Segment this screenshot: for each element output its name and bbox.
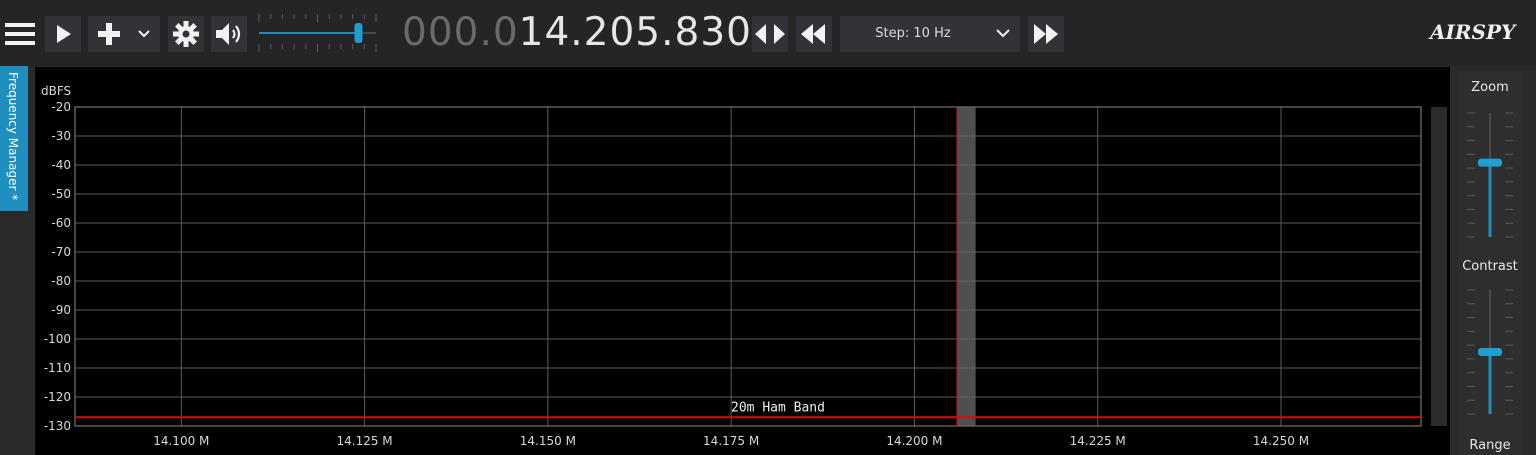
y-tick-label: -90 xyxy=(51,303,71,317)
y-axis-unit: dBFS xyxy=(41,84,71,98)
play-button[interactable] xyxy=(45,16,81,52)
y-tick-label: -110 xyxy=(44,361,71,375)
zoom-label: Zoom xyxy=(1471,80,1509,95)
rewind-button[interactable] xyxy=(796,16,832,52)
chevron-down-icon[interactable] xyxy=(138,30,150,38)
slider-handle xyxy=(1478,348,1502,356)
menu-button[interactable] xyxy=(0,16,40,52)
x-tick-label: 14.100 M xyxy=(153,434,209,448)
toolbar: 000.014.205.830 Step: 10 Hz AIRSPY xyxy=(0,0,1536,66)
y-tick-label: -70 xyxy=(51,245,71,259)
y-tick-label: -50 xyxy=(51,187,71,201)
spectrum-scrollbar xyxy=(1431,107,1447,426)
y-tick-label: -80 xyxy=(51,274,71,288)
x-tick-label: 14.250 M xyxy=(1253,434,1309,448)
y-tick-label: -130 xyxy=(44,419,71,433)
x-tick-label: 14.175 M xyxy=(703,434,759,448)
range-label: Range xyxy=(1469,438,1511,453)
y-tick-label: -120 xyxy=(44,390,71,404)
step-label: Step: 10 Hz xyxy=(875,26,951,41)
plot-frame xyxy=(74,106,1422,427)
y-tick-label: -40 xyxy=(51,158,71,172)
mute-button[interactable] xyxy=(211,16,247,52)
x-tick-label: 14.125 M xyxy=(337,434,393,448)
display-settings-panel: Zoom Contrast Range xyxy=(1457,72,1523,455)
airspy-logo: AIRSPY xyxy=(1430,20,1516,44)
play-icon xyxy=(57,25,71,43)
spectrum-plot[interactable]: dBFS -20 -30 -40 -50 -60 -70 -80 -90 -100 -110 -120… xyxy=(35,67,1450,455)
tune-button[interactable] xyxy=(752,16,788,52)
frequency-digits[interactable]: 14.205.830 xyxy=(519,10,752,55)
x-tick-label: 14.150 M xyxy=(520,434,576,448)
slider-handle xyxy=(1478,158,1502,167)
settings-button[interactable] xyxy=(168,16,204,52)
y-tick-label: -20 xyxy=(51,100,71,114)
y-tick-label: -100 xyxy=(44,332,71,346)
y-tick-label: -60 xyxy=(51,216,71,230)
spectrum-analyzer[interactable]: dBFS -20 -30 -40 -50 -60 -70 -80 -90 -100 -110 -120… xyxy=(35,67,1450,455)
frequency-display[interactable]: 000.014.205.830 xyxy=(402,10,752,56)
y-tick-label: -30 xyxy=(51,129,71,143)
speaker-icon xyxy=(216,23,241,45)
volume-slider[interactable] xyxy=(256,10,381,56)
fast-forward-button[interactable] xyxy=(1028,16,1064,52)
step-select[interactable]: Step: 10 Hz xyxy=(840,16,1020,52)
gear-icon xyxy=(173,21,199,47)
rewind-icon xyxy=(801,24,825,44)
fast-forward-icon xyxy=(1034,24,1058,44)
plus-icon xyxy=(98,23,120,45)
frequency-manager-label: Frequency Manager * xyxy=(6,72,20,201)
frequency-manager-tab[interactable]: Frequency Manager * xyxy=(0,66,28,211)
x-tick-label: 14.200 M xyxy=(886,434,942,448)
add-source-button[interactable] xyxy=(88,16,160,52)
chevron-down-icon xyxy=(996,29,1010,38)
x-tick-label: 14.225 M xyxy=(1070,434,1126,448)
menu-icon xyxy=(5,23,35,45)
tune-arrows-icon xyxy=(755,24,785,44)
band-label: 20m Ham Band xyxy=(731,400,825,415)
frequency-leading-digits[interactable]: 000.0 xyxy=(402,10,519,55)
volume-handle xyxy=(354,23,363,43)
contrast-slider[interactable] xyxy=(1457,284,1523,424)
contrast-label: Contrast xyxy=(1462,259,1518,274)
tuning-filter-band xyxy=(957,107,976,426)
zoom-slider[interactable] xyxy=(1457,107,1523,247)
